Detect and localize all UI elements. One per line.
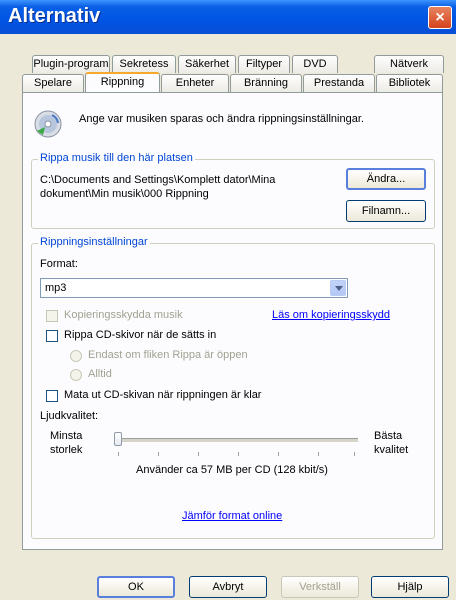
quality-min-label-2: storlek	[50, 444, 83, 456]
radio-only-tab-label: Endast om fliken Rippa är öppen	[88, 349, 248, 361]
tab-row-back: Plugin-program Sekretess Säkerhet Filtyp…	[32, 55, 444, 73]
slider-tick	[118, 452, 119, 456]
tab-dvd[interactable]: DVD	[292, 55, 338, 73]
slider-tick	[238, 452, 239, 456]
tab-rippning[interactable]: Rippning	[85, 72, 160, 92]
tab-enheter[interactable]: Enheter	[161, 74, 229, 92]
rip-settings-group: Rippningsinställningar Format: mp3 Kopie…	[31, 236, 435, 539]
slider-tick	[278, 452, 279, 456]
radio-only-tab[interactable]	[70, 350, 82, 362]
ok-button[interactable]: OK	[97, 576, 175, 598]
tab-filtyper[interactable]: Filtyper	[238, 55, 290, 73]
rip-path-line-2: dokument\Min musik\000 Rippning	[40, 188, 209, 200]
usage-text: Använder ca 57 MB per CD (128 kbit/s)	[136, 464, 328, 476]
format-select[interactable]: mp3	[40, 278, 348, 298]
tab-bibliotek[interactable]: Bibliotek	[376, 74, 443, 92]
filename-label: Filnamn...	[361, 205, 411, 217]
location-group-label: Rippa musik till den här platsen	[38, 152, 195, 164]
slider-tick	[318, 452, 319, 456]
rip-on-insert-checkbox[interactable]	[46, 330, 58, 342]
quality-slider-track[interactable]	[114, 438, 358, 443]
tab-plugin-program[interactable]: Plugin-program	[32, 55, 110, 73]
cancel-label: Avbryt	[212, 581, 244, 593]
quality-label: Ljudkvalitet:	[40, 410, 99, 422]
apply-label: Verkställ	[299, 581, 341, 593]
change-location-button[interactable]: Ändra...	[346, 168, 426, 190]
apply-button[interactable]: Verkställ	[281, 576, 359, 598]
format-value: mp3	[45, 282, 67, 294]
copy-protect-link[interactable]: Läs om kopieringsskydd	[272, 309, 390, 321]
rip-on-insert-label: Rippa CD-skivor när de sätts in	[64, 329, 217, 341]
copy-protect-label: Kopieringsskydda musik	[64, 309, 183, 321]
slider-tick	[158, 452, 159, 456]
quality-slider[interactable]	[114, 432, 358, 462]
slider-tick	[198, 452, 199, 456]
slider-tick	[354, 452, 355, 456]
cd-rip-icon	[33, 109, 63, 139]
tab-branning[interactable]: Bränning	[230, 74, 302, 92]
tab-prestanda[interactable]: Prestanda	[303, 74, 375, 92]
title-bar[interactable]: Alternativ ×	[0, 0, 456, 34]
location-group: Rippa musik till den här platsen C:\Docu…	[31, 152, 435, 229]
ok-label: OK	[128, 581, 144, 593]
tab-row-front: Spelare Rippning Enheter Bränning Presta…	[22, 72, 443, 92]
rippning-panel: Ange var musiken sparas och ändra rippni…	[22, 92, 443, 550]
close-button[interactable]: ×	[428, 6, 452, 29]
chevron-down-icon[interactable]	[330, 280, 346, 296]
cancel-button[interactable]: Avbryt	[189, 576, 267, 598]
eject-after-checkbox[interactable]	[46, 390, 58, 402]
radio-always[interactable]	[70, 369, 82, 381]
help-button[interactable]: Hjälp	[371, 576, 449, 598]
tab-spelare[interactable]: Spelare	[22, 74, 84, 92]
quality-min-label-1: Minsta	[50, 430, 83, 442]
copy-protect-checkbox[interactable]	[46, 310, 58, 322]
quality-slider-thumb[interactable]	[114, 432, 122, 446]
header-description: Ange var musiken sparas och ändra rippni…	[79, 113, 364, 125]
change-location-label: Ändra...	[366, 173, 406, 185]
compare-formats-link[interactable]: Jämför format online	[182, 510, 282, 522]
rip-path-line-1: C:\Documents and Settings\Komplett dator…	[40, 174, 276, 186]
tab-sakerhet[interactable]: Säkerhet	[178, 55, 236, 73]
eject-after-label: Mata ut CD-skivan när rippningen är klar	[64, 389, 262, 401]
quality-max-label-1: Bästa	[374, 430, 403, 442]
tab-sekretess[interactable]: Sekretess	[112, 55, 176, 73]
options-dialog: Alternativ × Plugin-program Sekretess Sä…	[0, 0, 456, 600]
quality-max-label-2: kvalitet	[374, 444, 409, 456]
format-label: Format:	[40, 258, 78, 270]
help-label: Hjälp	[397, 581, 423, 593]
window-title: Alternativ	[8, 5, 101, 27]
tab-natverk[interactable]: Nätverk	[374, 55, 444, 73]
filename-button[interactable]: Filnamn...	[346, 200, 426, 222]
radio-always-label: Alltid	[88, 368, 112, 380]
rip-settings-label: Rippningsinställningar	[38, 236, 150, 248]
